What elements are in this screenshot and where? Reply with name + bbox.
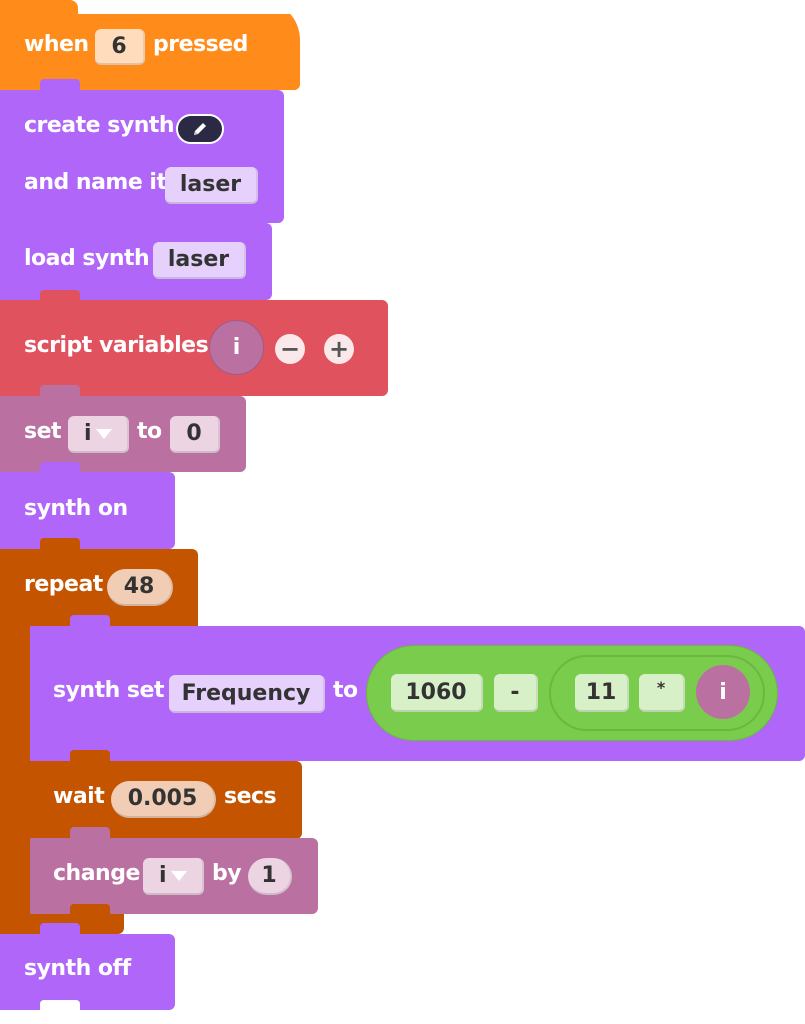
remove-variable-button[interactable]: − (275, 334, 305, 364)
change-variable-dropdown[interactable]: i (143, 858, 204, 895)
variable-i-reporter[interactable]: i (696, 665, 750, 719)
pressed-label: pressed (153, 32, 248, 57)
synth-set-to-label: to (333, 678, 358, 703)
script-variable-i[interactable]: i (209, 320, 264, 375)
repeat-label: repeat (24, 572, 103, 597)
synth-set-label: synth set (53, 678, 164, 703)
wait-label: wait (53, 784, 105, 809)
key-field[interactable]: 6 (95, 29, 145, 65)
repeat-count-field[interactable]: 48 (107, 569, 173, 606)
to-label: to (137, 419, 162, 444)
when-label: when (24, 32, 89, 57)
operator-subtract-field[interactable]: - (494, 674, 538, 712)
synth-off-label: synth off (24, 956, 131, 981)
pencil-icon (194, 123, 206, 135)
set-value-field[interactable]: 0 (170, 416, 220, 453)
load-synth-label: load synth (24, 246, 150, 271)
create-synth-label: create synth (24, 113, 175, 138)
by-label: by (212, 861, 242, 886)
dropdown-arrow-icon (170, 870, 187, 881)
plus-icon: + (328, 335, 350, 363)
script-variables-label: script variables (24, 333, 209, 358)
change-amount-field[interactable]: 1 (248, 858, 292, 895)
synth-parameter-dropdown[interactable]: Frequency (169, 675, 325, 713)
add-variable-button[interactable]: + (324, 334, 354, 364)
change-label: change (53, 861, 140, 886)
operand-b-field[interactable]: 11 (575, 674, 629, 712)
pencil-edit-button[interactable] (176, 114, 224, 144)
minus-icon: − (279, 335, 301, 363)
secs-label: secs (224, 784, 277, 809)
load-synth-name-field[interactable]: laser (153, 242, 246, 279)
wait-seconds-field[interactable]: 0.005 (111, 781, 216, 818)
dropdown-arrow-icon (95, 428, 112, 439)
synth-name-field[interactable]: laser (165, 167, 258, 204)
operand-a-field[interactable]: 1060 (391, 674, 483, 712)
synth-on-label: synth on (24, 496, 128, 521)
and-name-it-label: and name it (24, 170, 167, 195)
set-variable-dropdown[interactable]: i (68, 416, 129, 453)
set-label: set (24, 419, 62, 444)
operator-multiply-field[interactable]: * (639, 674, 685, 712)
